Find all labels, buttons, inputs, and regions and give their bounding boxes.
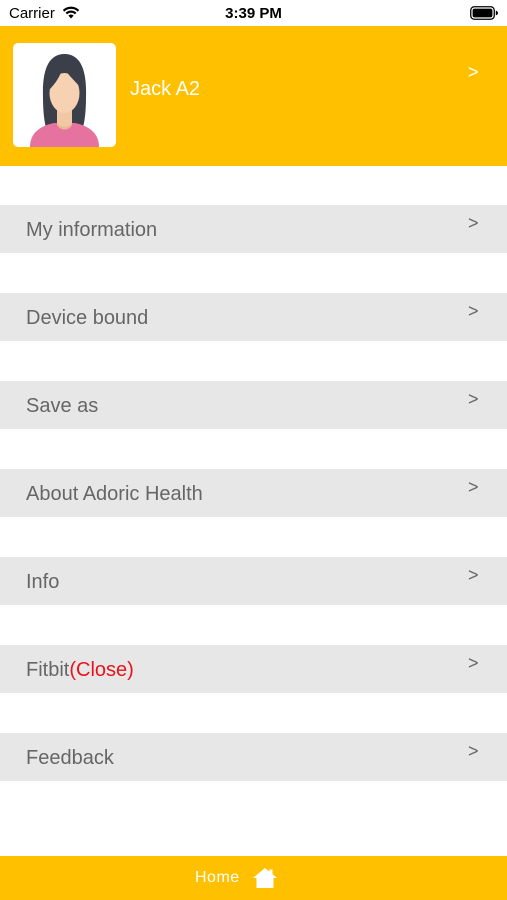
chevron-right-icon: >: [468, 213, 479, 233]
menu-item-fitbit[interactable]: Fitbit(Close) >: [0, 645, 507, 693]
chevron-right-icon: >: [468, 477, 479, 497]
menu-item-my-information[interactable]: My information >: [0, 205, 507, 253]
home-label: Home: [195, 869, 240, 886]
chevron-right-icon: >: [468, 389, 479, 409]
home-tab[interactable]: Home: [195, 866, 278, 890]
chevron-right-icon: >: [468, 301, 479, 321]
menu-item-device-bound[interactable]: Device bound >: [0, 293, 507, 341]
fitbit-status: (Close): [69, 659, 134, 681]
menu-item-label: Fitbit(Close): [26, 659, 134, 682]
chevron-right-icon: >: [468, 565, 479, 585]
bottom-bar: Home: [0, 856, 507, 900]
menu-item-label: Save as: [26, 395, 99, 417]
battery-icon: [470, 6, 498, 20]
chevron-right-icon: >: [468, 741, 479, 761]
menu-item-info[interactable]: Info >: [0, 557, 507, 605]
user-name: Jack A2: [130, 78, 201, 100]
female-avatar-icon: [30, 54, 99, 147]
avatar[interactable]: [13, 43, 116, 147]
menu-item-label: About Adoric Health: [26, 483, 203, 505]
menu-item-label: Device bound: [26, 307, 149, 329]
menu-item-label: My information: [26, 219, 158, 241]
menu-item-save-as[interactable]: Save as >: [0, 381, 507, 429]
fitbit-label: Fitbit: [26, 659, 70, 681]
menu-item-label: Info: [26, 571, 60, 593]
menu-item-about[interactable]: About Adoric Health >: [0, 469, 507, 517]
home-icon: [252, 868, 277, 888]
profile-header[interactable]: Jack A2 >: [0, 26, 507, 166]
chevron-right-icon: >: [468, 653, 479, 673]
menu-item-label: Feedback: [26, 747, 114, 769]
menu-item-feedback[interactable]: Feedback >: [0, 733, 507, 781]
clock: 3:39 PM: [225, 5, 282, 22]
status-bar: Carrier 3:39 PM: [0, 0, 507, 26]
chevron-right-icon: >: [468, 62, 479, 82]
